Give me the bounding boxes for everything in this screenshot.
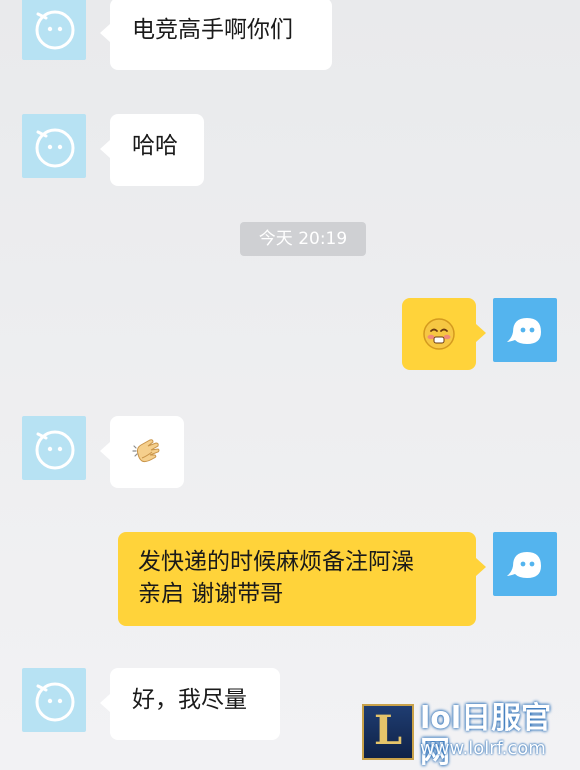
message-text-line: 发快递的时候麻烦备注阿澡 [138, 549, 414, 575]
message-text: 电竞高手啊你们 [132, 17, 293, 43]
timestamp-divider: 今天 20:19 [240, 222, 366, 256]
message-bubble-incoming[interactable] [100, 416, 184, 488]
contact-avatar[interactable] [22, 668, 86, 732]
chat-bot-face-icon [507, 318, 541, 344]
chat-bot-face-icon [35, 10, 75, 50]
contact-avatar[interactable] [22, 416, 86, 480]
watermark-url: www.lolrf.com [420, 738, 546, 759]
message-bubble-incoming[interactable]: 电竞高手啊你们 [100, 0, 332, 70]
chat-bot-face-icon [507, 552, 541, 578]
blushing-face-emoji [423, 318, 455, 350]
message-text: 哈哈 [132, 133, 178, 159]
message-bubble-incoming[interactable]: 哈哈 [100, 114, 204, 186]
message-bubble-outgoing[interactable]: 发快递的时候麻烦备注阿澡 亲启 谢谢带哥 [118, 532, 486, 626]
watermark-logo: L [362, 704, 414, 760]
contact-avatar[interactable] [22, 114, 86, 178]
message-text: 好，我尽量 [132, 687, 247, 713]
chat-bot-face-icon [35, 682, 75, 722]
chat-bot-face-icon [35, 430, 75, 470]
chat-bot-face-icon [35, 128, 75, 168]
message-bubble-outgoing[interactable] [402, 298, 486, 370]
my-avatar[interactable] [493, 532, 557, 596]
contact-avatar[interactable] [22, 0, 86, 60]
my-avatar[interactable] [493, 298, 557, 362]
message-text-line: 亲启 谢谢带哥 [138, 581, 284, 607]
message-bubble-incoming[interactable]: 好，我尽量 [100, 668, 280, 740]
clapping-hands-emoji [132, 439, 160, 463]
